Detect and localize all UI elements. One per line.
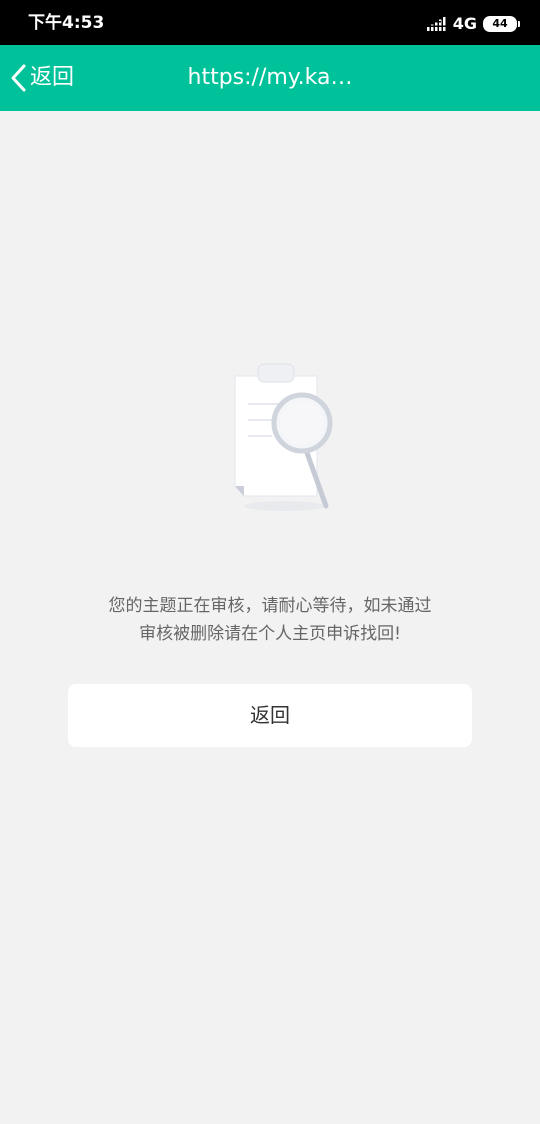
return-button[interactable]: 返回 <box>68 684 472 747</box>
review-message: 您的主题正在审核，请耐心等待，如未通过 审核被删除请在个人主页申诉找回! <box>40 592 500 648</box>
battery-tip <box>518 21 520 27</box>
network-type: 4G <box>452 14 477 33</box>
status-indicators: 4G 44 <box>426 13 520 35</box>
page-title: https://my.ka… <box>187 65 353 90</box>
battery-icon: 44 <box>483 16 517 32</box>
review-message-line1: 您的主题正在审核，请耐心等待，如未通过 <box>108 596 432 616</box>
back-button[interactable]: 返回 <box>10 59 74 97</box>
review-message-line2: 审核被删除请在个人主页申诉找回! <box>139 624 401 644</box>
nav-bar: 返回 https://my.ka… <box>0 45 540 111</box>
clipboard-magnifier-icon <box>222 358 342 518</box>
chevron-left-icon <box>10 63 28 93</box>
back-label: 返回 <box>30 65 75 90</box>
signal-icon <box>426 17 447 31</box>
status-time: 下午4:53 <box>28 13 105 33</box>
status-bar: 下午4:53 4G 44 <box>0 0 540 45</box>
